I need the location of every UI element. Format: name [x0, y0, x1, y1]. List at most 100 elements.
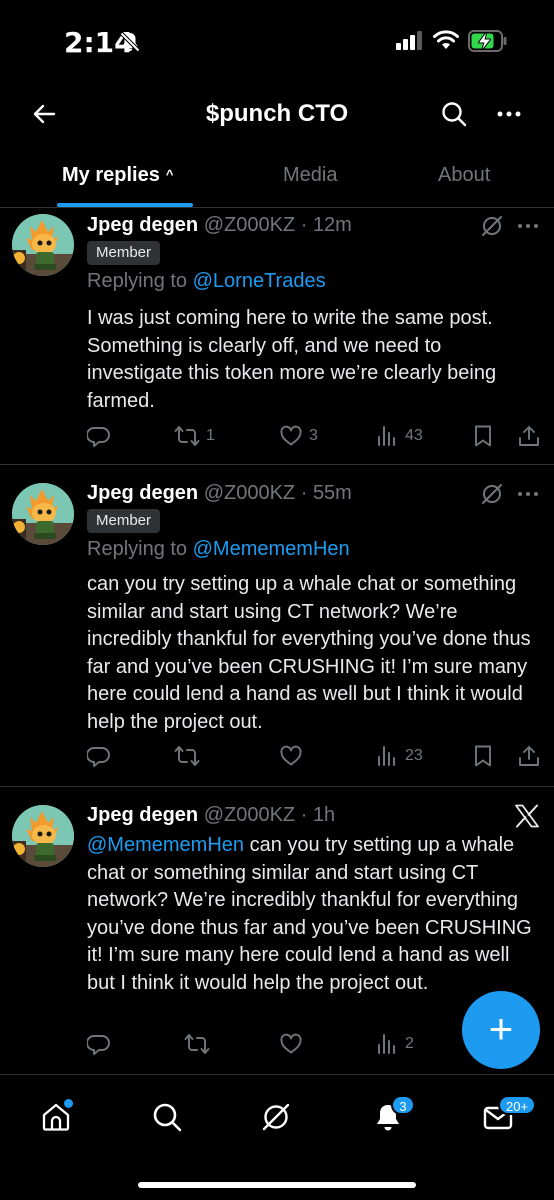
post-text: @MemememHen can you try setting up a wha…	[87, 832, 539, 997]
like-button[interactable]: 3	[279, 424, 318, 448]
post-actions: 23	[87, 744, 543, 768]
post-author-line: Jpeg degen @Z000KZ · 1h	[87, 804, 335, 827]
tab-my-replies[interactable]: My replies ^	[62, 164, 173, 187]
separator: ·	[295, 482, 313, 504]
author-name[interactable]: Jpeg degen	[87, 482, 198, 504]
views-button[interactable]: 2	[375, 1032, 414, 1056]
views-button[interactable]: 23	[375, 744, 423, 768]
more-icon[interactable]	[496, 102, 522, 126]
tab-media[interactable]: Media	[283, 164, 337, 187]
tab-label: About	[438, 164, 491, 186]
post[interactable]: Jpeg degen @Z000KZ · 12m Member Replying…	[0, 208, 554, 465]
app-header: $punch CTO	[0, 88, 554, 142]
views-count: 23	[405, 747, 423, 764]
author-handle[interactable]: @Z000KZ	[204, 214, 295, 236]
separator: ·	[295, 214, 313, 236]
grok-icon[interactable]	[480, 214, 504, 238]
repost-icon	[184, 1034, 210, 1054]
repost-icon	[174, 746, 200, 766]
like-icon	[280, 745, 302, 766]
views-count: 2	[405, 1035, 414, 1052]
tab-bar: My replies ^ Media About	[0, 150, 554, 208]
avatar[interactable]	[12, 483, 74, 545]
nav-notifications[interactable]: 3	[372, 1095, 415, 1138]
replying-to-label: Replying to	[87, 538, 193, 560]
post-author-line: Jpeg degen @Z000KZ · 12m	[87, 214, 352, 237]
author-handle[interactable]: @Z000KZ	[204, 804, 295, 826]
bell-muted-icon	[120, 32, 140, 52]
bookmark-icon	[475, 425, 491, 447]
bookmark-button[interactable]	[472, 744, 494, 768]
post-text-content: can you try setting up a whale chat or s…	[87, 834, 532, 994]
post-more-icon[interactable]	[516, 220, 540, 232]
post-actions: 1 3 43	[87, 424, 543, 448]
page-title: $punch CTO	[205, 100, 349, 127]
like-icon	[280, 425, 302, 446]
replying-to-link[interactable]: @LorneTrades	[193, 270, 326, 292]
reply-icon	[87, 747, 110, 767]
repost-button[interactable]	[174, 744, 206, 768]
share-icon	[519, 746, 539, 766]
like-button[interactable]	[279, 1032, 309, 1056]
views-icon	[378, 746, 395, 766]
repost-count: 1	[206, 427, 215, 444]
author-name[interactable]: Jpeg degen	[87, 214, 198, 236]
avatar[interactable]	[12, 214, 74, 276]
home-indicator	[138, 1182, 416, 1188]
bookmark-button[interactable]	[472, 424, 494, 448]
nav-search[interactable]	[151, 1101, 183, 1138]
search-icon	[153, 1103, 182, 1132]
search-icon[interactable]	[440, 100, 468, 128]
nav-grok[interactable]	[260, 1101, 292, 1138]
replying-to-link[interactable]: @MemememHen	[193, 538, 350, 560]
post-more-icon[interactable]	[516, 488, 540, 500]
author-name[interactable]: Jpeg degen	[87, 804, 198, 826]
repost-button[interactable]: 1	[174, 424, 215, 448]
post-time: 1h	[312, 804, 336, 826]
member-badge: Member	[87, 509, 161, 533]
share-button[interactable]	[517, 744, 541, 768]
reply-button[interactable]	[87, 424, 111, 448]
plus-icon: +	[488, 1005, 514, 1052]
avatar[interactable]	[12, 805, 74, 867]
mention-link[interactable]: @MemememHen	[87, 834, 244, 856]
active-tab-indicator	[57, 203, 193, 207]
x-logo-icon[interactable]	[514, 804, 540, 828]
messages-badge: 20+	[498, 1095, 537, 1115]
chevron-up-icon: ^	[165, 167, 174, 182]
nav-messages[interactable]: 20+	[482, 1095, 537, 1138]
battery-charging-icon	[468, 30, 507, 52]
reply-button[interactable]	[87, 744, 111, 768]
reply-button[interactable]	[87, 1032, 111, 1056]
author-handle[interactable]: @Z000KZ	[204, 482, 295, 504]
tab-label: My replies	[62, 164, 160, 186]
reply-icon	[87, 427, 110, 447]
notifications-badge: 3	[391, 1095, 415, 1115]
replying-to-label: Replying to	[87, 270, 193, 292]
compose-button[interactable]: +	[462, 991, 540, 1069]
like-button[interactable]	[279, 744, 309, 768]
share-button[interactable]	[517, 424, 541, 448]
post[interactable]: Jpeg degen @Z000KZ · 55m Member Replying…	[0, 466, 554, 787]
wifi-icon	[433, 30, 459, 49]
grok-icon[interactable]	[480, 482, 504, 506]
nav-home[interactable]	[40, 1099, 73, 1138]
post-time: 12m	[312, 214, 352, 236]
views-button[interactable]: 43	[375, 424, 423, 448]
tab-about[interactable]: About	[438, 164, 490, 187]
repost-button[interactable]	[184, 1032, 216, 1056]
cellular-signal-icon	[396, 31, 422, 50]
views-icon	[378, 1034, 395, 1054]
repost-icon	[174, 426, 200, 446]
replying-to-line: Replying to @LorneTrades	[87, 270, 326, 293]
post-time: 55m	[312, 482, 352, 504]
like-count: 3	[309, 427, 318, 444]
post-text: can you try setting up a whale chat or s…	[87, 573, 531, 733]
reply-icon	[87, 1035, 110, 1055]
unread-dot	[64, 1099, 73, 1108]
views-count: 43	[405, 427, 423, 444]
post-text: I was just coming here to write the same…	[87, 307, 497, 412]
like-icon	[280, 1033, 302, 1054]
replying-to-line: Replying to @MemememHen	[87, 538, 350, 561]
views-icon	[378, 426, 395, 446]
